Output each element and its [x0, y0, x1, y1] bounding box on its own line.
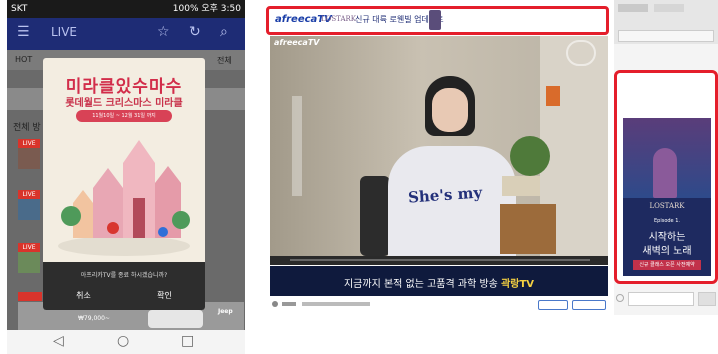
- info-button[interactable]: [572, 300, 606, 310]
- bottom-banner-ad[interactable]: 지금까지 본적 없는 고품격 과학 방송 곽랑TV: [270, 266, 608, 296]
- progress-track[interactable]: [290, 259, 590, 261]
- car-image: [148, 310, 203, 328]
- wooden-shelf: [500, 204, 556, 254]
- section-title: 전체 방: [13, 123, 41, 133]
- app-bar-title: LIVE: [51, 25, 78, 39]
- info-button[interactable]: [538, 300, 568, 310]
- top-banner-ad[interactable]: afreecaTV LOSTARK 신규 대륙 로웬빌 업데이트: [266, 6, 609, 35]
- microphone: [360, 176, 390, 256]
- chat-overlay: [292, 96, 302, 196]
- info-text: [302, 302, 370, 306]
- video-watermark-logo: afreecaTV: [274, 38, 320, 47]
- status-bar: SKT 100% 오후 3:50: [7, 0, 245, 18]
- emoji-icon[interactable]: [616, 294, 624, 302]
- chat-sidebar: LOSTARK Episode 1. 시작하는 새벽의 노래 신규 클래스 오픈…: [614, 0, 718, 315]
- player-controls[interactable]: [270, 256, 608, 265]
- side-ad-game-logo: LOSTARK: [649, 202, 685, 210]
- video-stream[interactable]: She's my afreecaTV: [270, 36, 608, 256]
- search-icon[interactable]: ⌕: [220, 24, 228, 40]
- chat-input[interactable]: [628, 292, 694, 306]
- phone-screenshot: SKT 100% 오후 3:50 ☰ LIVE ☆ ↻ ⌕ HOT 전체 전체 …: [7, 0, 245, 354]
- web-player-screenshot: afreecaTV LOSTARK 신규 대륙 로웬빌 업데이트 She's m…: [266, 0, 611, 315]
- live-badge: LIVE: [18, 243, 40, 252]
- exit-dialog: 미라클있수마수 롯데월드 크리스마스 미라클 11월10일 ~ 12월 31일 …: [43, 58, 205, 310]
- plant: [510, 136, 550, 176]
- streamer-face: [432, 88, 468, 132]
- sidebar-tab[interactable]: [654, 4, 684, 12]
- side-ad-button[interactable]: 신규 클래스 오픈 사전예약: [633, 260, 701, 270]
- app-bar: ☰ LIVE ☆ ↻ ⌕: [7, 18, 245, 50]
- desk-sign: [502, 176, 540, 196]
- promo-date: 11월10일 ~ 12월 31일 까지: [76, 110, 172, 122]
- exit-question: 아프리카TV를 종료 하시겠습니까?: [80, 272, 168, 279]
- side-banner-ad[interactable]: LOSTARK Episode 1. 시작하는 새벽의 노래 신규 클래스 오픈…: [614, 70, 718, 284]
- banner-character: [429, 10, 441, 30]
- side-ad-episode: Episode 1.: [654, 218, 680, 224]
- bottom-ad-highlight: 곽랑TV: [501, 279, 535, 290]
- banner-game-logo: LOSTARK: [321, 15, 357, 23]
- ad-character: [653, 148, 677, 198]
- tab-all[interactable]: 전체: [217, 55, 232, 66]
- shelf-decoration: [546, 86, 560, 106]
- star-icon[interactable]: ☆: [157, 24, 170, 40]
- watermark-icon: [566, 40, 596, 66]
- chat-input-row: [614, 290, 718, 312]
- back-icon[interactable]: ◁: [53, 333, 64, 349]
- bottom-ad-main: 지금까지 본적 없는 고품격 과학 방송: [343, 279, 498, 290]
- ad-maker: Jeep: [218, 308, 233, 315]
- chat-send-button[interactable]: [698, 292, 716, 306]
- sidebar-header: [614, 0, 718, 44]
- recent-apps-icon[interactable]: □: [181, 333, 194, 349]
- castle-illustration: [58, 140, 190, 256]
- cancel-button[interactable]: 취소: [43, 290, 124, 301]
- ad-price: ₩79,000~: [78, 315, 110, 322]
- live-badge-bottom: [18, 292, 42, 301]
- live-badge: LIVE: [18, 139, 40, 148]
- navigation-bar: ◁ ○ □: [7, 330, 245, 354]
- tab-hot[interactable]: HOT: [15, 55, 32, 64]
- promo-subtitle: 롯데월드 크리스마스 미라클: [65, 98, 183, 109]
- confirm-button[interactable]: 확인: [124, 290, 205, 301]
- stream-info-row: [270, 298, 608, 312]
- sidebar-search[interactable]: [618, 30, 714, 42]
- live-badge: LIVE: [18, 190, 40, 199]
- menu-icon[interactable]: ☰: [17, 24, 30, 40]
- side-ad-line1: 시작하는: [648, 232, 686, 243]
- home-icon[interactable]: ○: [117, 333, 129, 349]
- side-ad-line2: 새벽의 노래: [642, 246, 692, 257]
- refresh-icon[interactable]: ↻: [189, 24, 201, 40]
- info-label: [282, 302, 296, 306]
- info-icon: [272, 301, 278, 307]
- lostark-ad-card[interactable]: LOSTARK Episode 1. 시작하는 새벽의 노래 신규 클래스 오픈…: [623, 118, 711, 276]
- status-right: 100% 오후 3:50: [172, 4, 241, 14]
- carrier-label: SKT: [11, 4, 28, 14]
- sidebar-tab[interactable]: [618, 4, 648, 12]
- dialog-footer: 아프리카TV를 종료 하시겠습니까? 취소 확인: [43, 262, 205, 310]
- bottom-ad-text: 지금까지 본적 없는 고품격 과학 방송 곽랑TV: [270, 275, 608, 290]
